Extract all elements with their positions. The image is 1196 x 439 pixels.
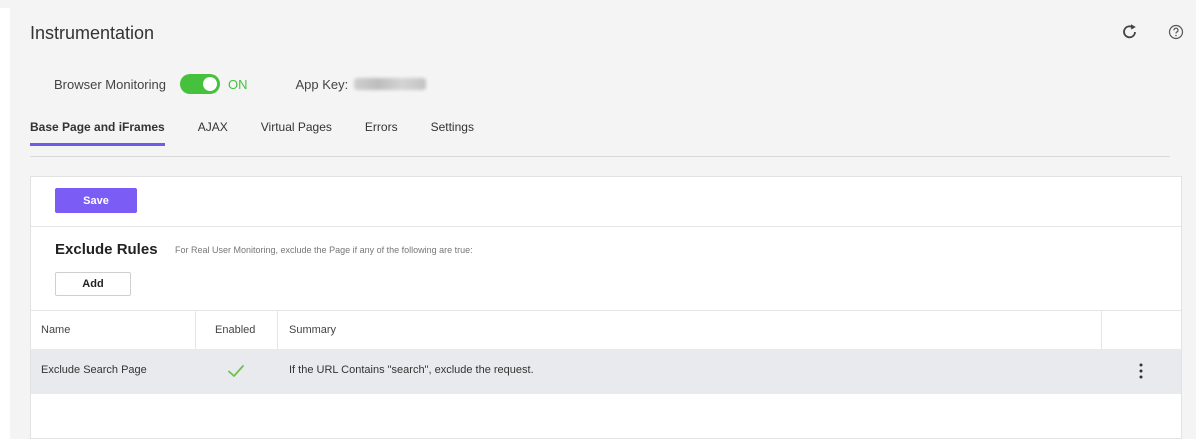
tab-ajax[interactable]: AJAX bbox=[198, 120, 228, 146]
tab-bar: Base Page and iFrames AJAX Virtual Pages… bbox=[30, 120, 507, 146]
refresh-icon[interactable] bbox=[1120, 22, 1140, 42]
exclude-rules-description: For Real User Monitoring, exclude the Pa… bbox=[175, 245, 473, 255]
tab-divider bbox=[30, 156, 1170, 157]
tab-errors[interactable]: Errors bbox=[365, 120, 398, 146]
more-options-icon[interactable] bbox=[1138, 362, 1144, 380]
check-icon bbox=[227, 363, 245, 379]
add-rule-button[interactable]: Add bbox=[55, 272, 131, 296]
browser-monitoring-toggle[interactable] bbox=[180, 74, 220, 94]
tab-settings[interactable]: Settings bbox=[431, 120, 474, 146]
page-title: Instrumentation bbox=[30, 23, 155, 43]
column-header-enabled[interactable]: Enabled bbox=[215, 324, 255, 336]
help-icon[interactable] bbox=[1168, 24, 1184, 40]
browser-monitoring-row: Browser Monitoring ON App Key: bbox=[54, 74, 427, 94]
column-divider bbox=[277, 311, 278, 349]
column-header-name[interactable]: Name bbox=[41, 324, 70, 336]
divider bbox=[31, 226, 1181, 227]
toggle-state-label: ON bbox=[228, 76, 248, 92]
column-divider bbox=[1101, 311, 1102, 349]
exclude-rules-panel: Save Exclude Rules For Real User Monitor… bbox=[30, 176, 1182, 439]
rule-name-cell: Exclude Search Page bbox=[41, 364, 147, 376]
tab-base-page-and-iframes[interactable]: Base Page and iFrames bbox=[30, 120, 165, 146]
app-key-label: App Key: bbox=[295, 76, 349, 92]
toggle-knob bbox=[203, 77, 217, 91]
table-header: Name Enabled Summary bbox=[31, 311, 1181, 349]
save-button[interactable]: Save bbox=[55, 188, 137, 213]
top-strip bbox=[0, 0, 1196, 8]
table-row[interactable]: Exclude Search Page If the URL Contains … bbox=[31, 349, 1181, 394]
browser-monitoring-label: Browser Monitoring bbox=[54, 76, 166, 92]
instrumentation-panel: Instrumentation Browser Monitoring ON Ap… bbox=[10, 8, 1196, 439]
tab-virtual-pages[interactable]: Virtual Pages bbox=[261, 120, 332, 146]
exclude-rules-title: Exclude Rules bbox=[55, 241, 158, 258]
column-divider bbox=[195, 311, 196, 349]
rule-summary-cell: If the URL Contains "search", exclude th… bbox=[289, 364, 534, 376]
column-header-summary[interactable]: Summary bbox=[289, 324, 336, 336]
app-key-redacted bbox=[354, 78, 427, 90]
